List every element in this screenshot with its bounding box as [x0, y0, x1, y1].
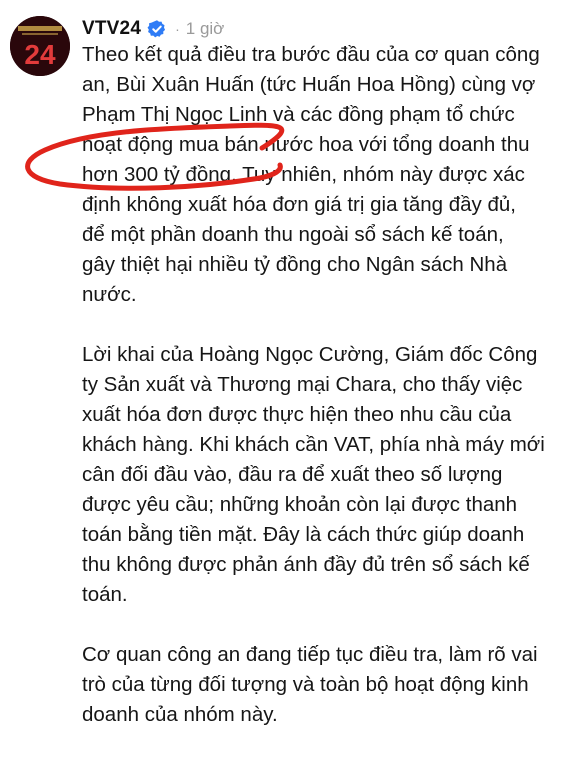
paragraph-1: Theo kết quả điều tra bước đầu của cơ qu… [82, 43, 540, 306]
verified-badge-icon [147, 19, 167, 39]
paragraph-3: Cơ quan công an đang tiếp tục điều tra, … [82, 643, 538, 726]
separator-dot: · [175, 21, 180, 37]
post-card: 24 VTV24 · 1 giờ Theo kết quả điều tra b… [0, 0, 586, 726]
post-time[interactable]: 1 giờ [186, 19, 225, 39]
paragraph-2: Lời khai của Hoàng Ngọc Cường, Giám đốc … [82, 343, 545, 606]
avatar[interactable]: 24 [10, 16, 70, 76]
vtv24-logo-icon: 24 [10, 16, 70, 76]
post-body: Theo kết quả điều tra bước đầu của cơ qu… [82, 40, 574, 760]
avatar-text: 24 [24, 39, 56, 70]
username[interactable]: VTV24 [82, 18, 141, 40]
